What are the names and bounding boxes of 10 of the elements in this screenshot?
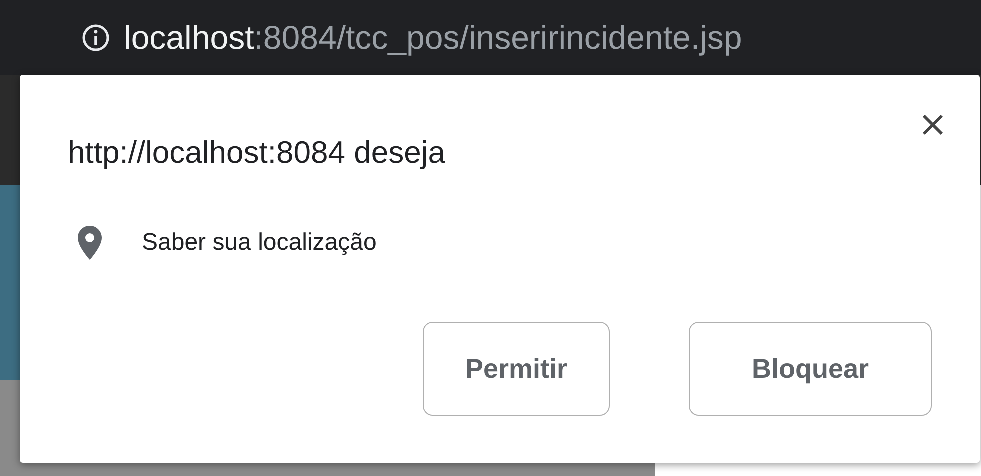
- location-pin-icon: [78, 226, 102, 260]
- block-button[interactable]: Bloquear: [689, 322, 932, 416]
- url-path: :8084/tcc_pos/inseririncidente.jsp: [254, 19, 742, 56]
- close-icon: [922, 114, 944, 136]
- dialog-title: http://localhost:8084 deseja: [68, 137, 446, 168]
- address-bar[interactable]: localhost:8084/tcc_pos/inseririncidente.jsp: [0, 0, 981, 75]
- permission-text: Saber sua localização: [142, 228, 377, 258]
- url-host: localhost: [124, 19, 254, 56]
- info-icon[interactable]: [82, 24, 110, 52]
- allow-button[interactable]: Permitir: [423, 322, 610, 416]
